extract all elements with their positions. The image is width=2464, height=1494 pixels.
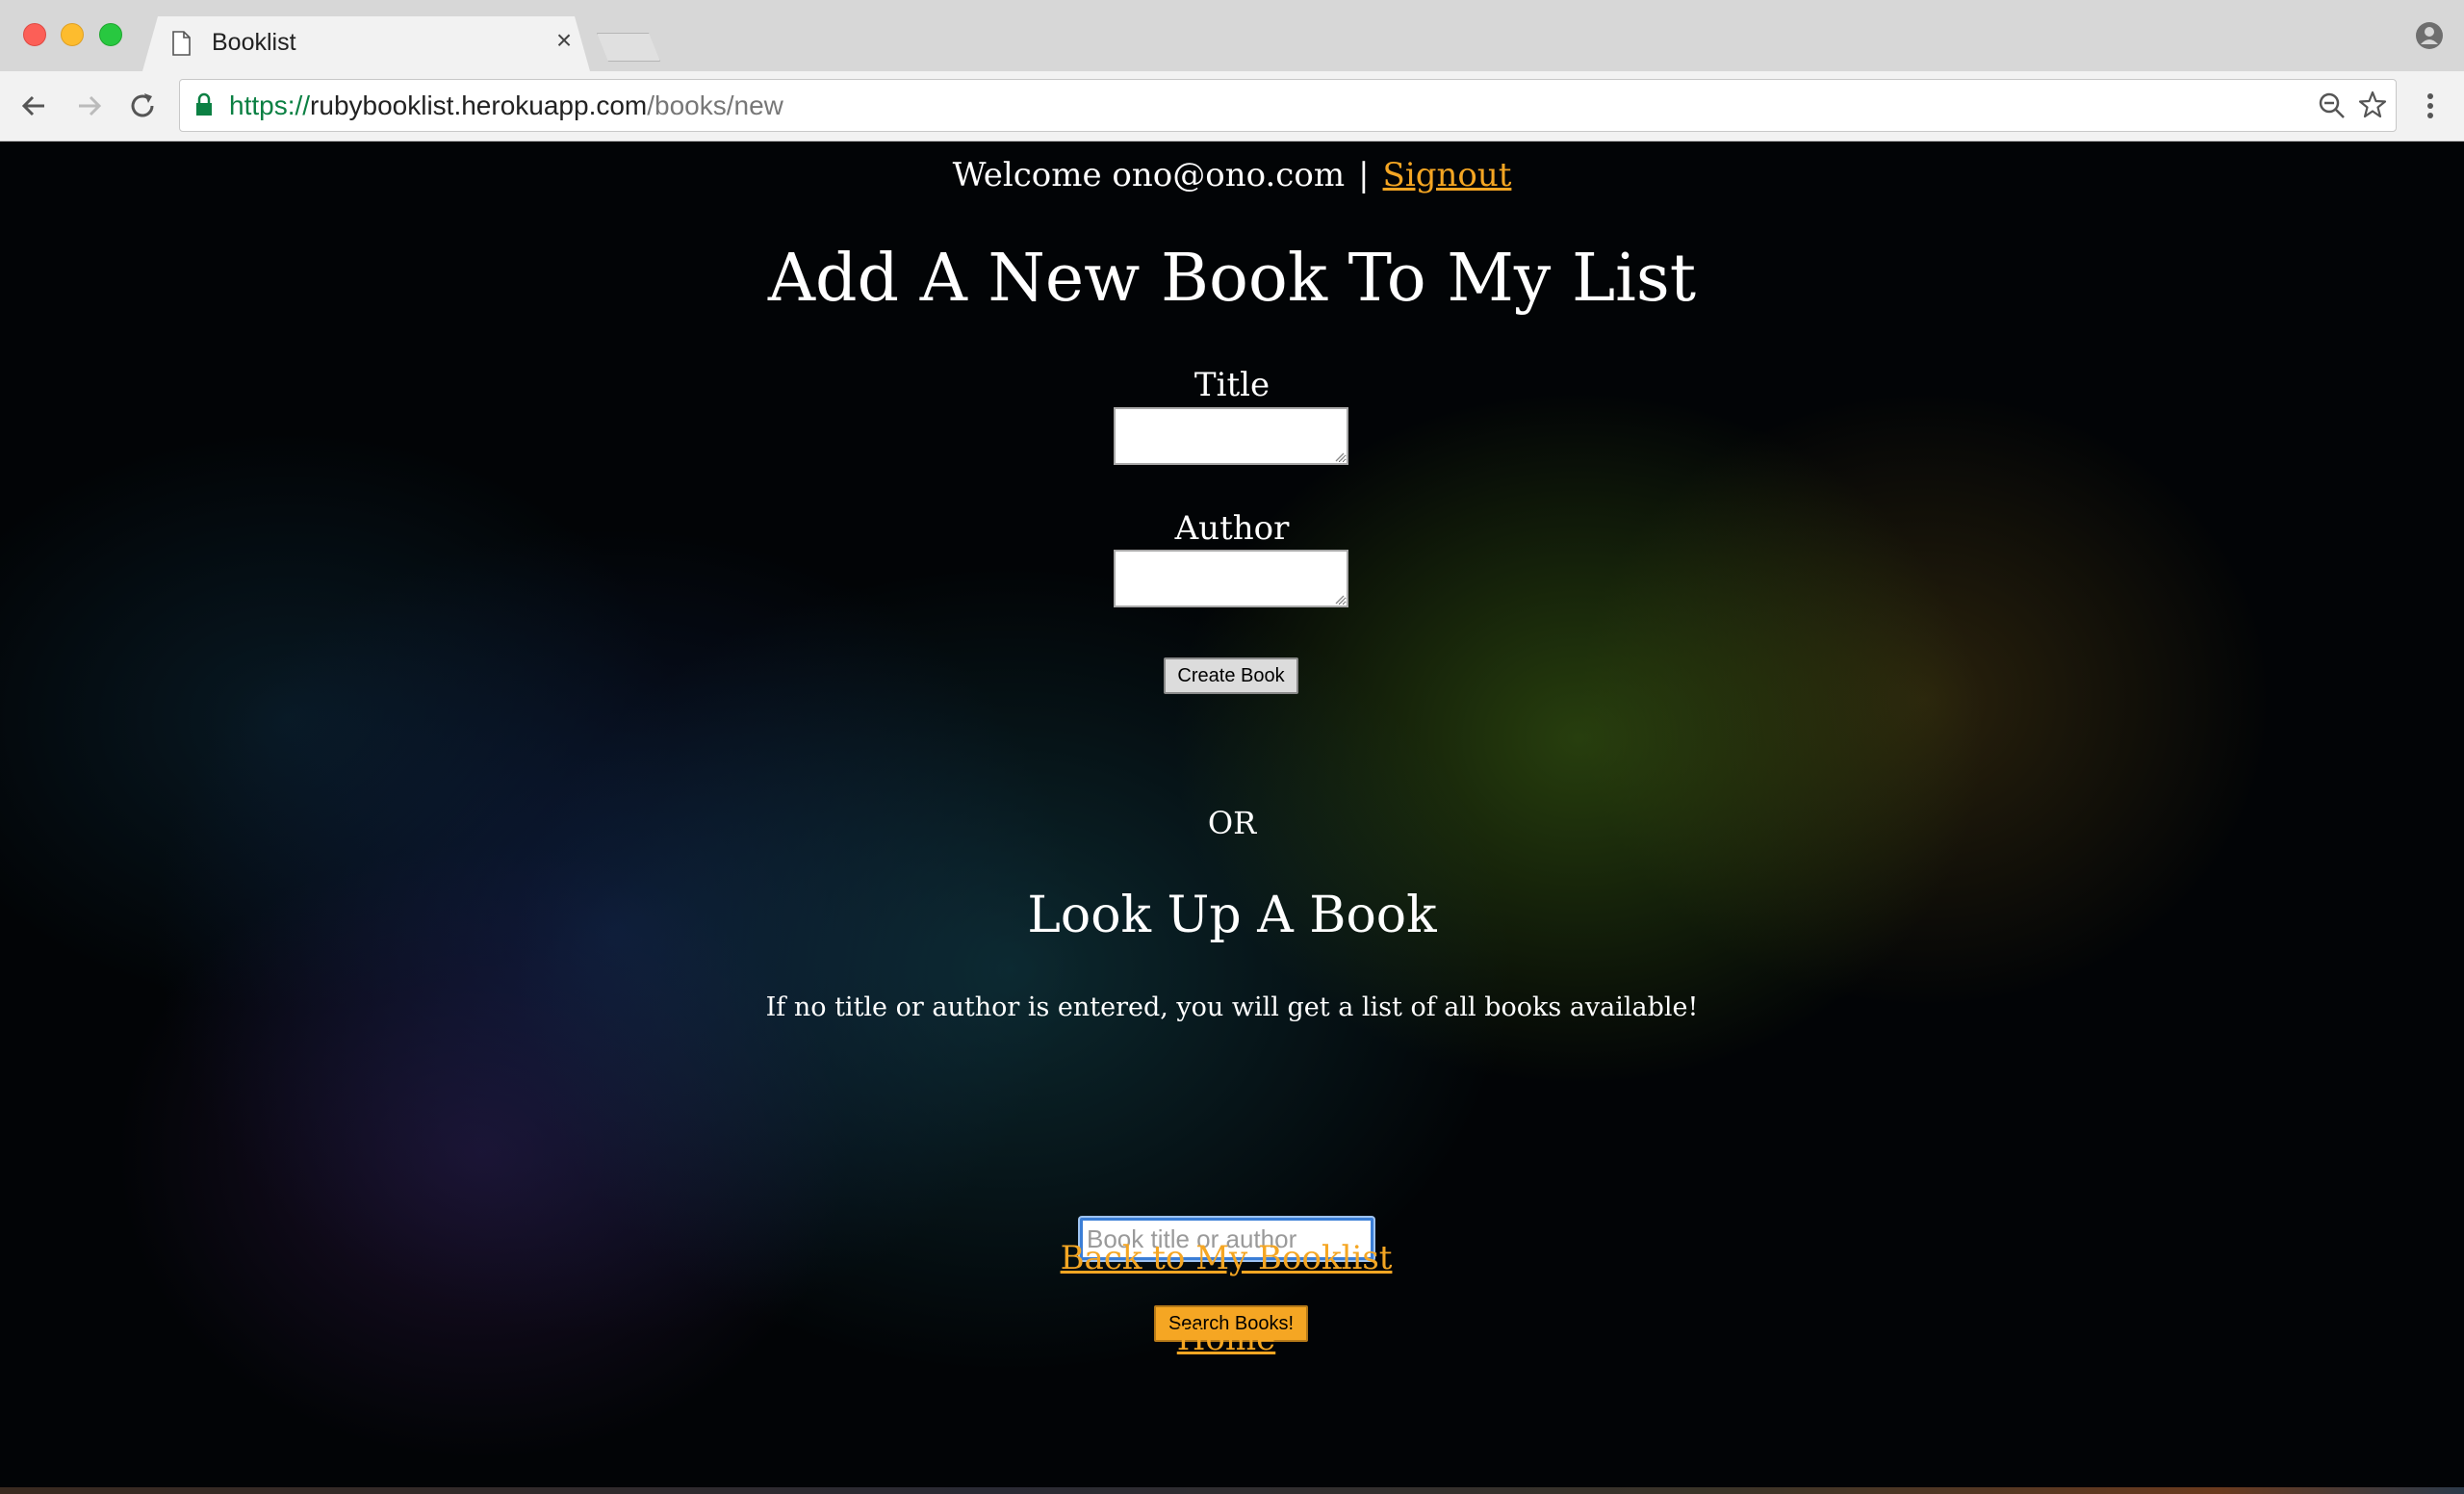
title-label: Title xyxy=(1194,366,1270,404)
page-title: Add A New Book To My List xyxy=(767,241,1697,317)
lookup-heading: Look Up A Book xyxy=(1027,887,1437,944)
close-window-button[interactable] xyxy=(23,23,46,46)
url-path: /books/new xyxy=(647,90,783,120)
home-link[interactable]: Home xyxy=(1177,1320,1275,1358)
minimize-window-button[interactable] xyxy=(61,23,84,46)
browser-chrome: Booklist × https://rubybooklist.herokuap… xyxy=(0,0,2464,142)
tab-booklist[interactable] xyxy=(142,16,590,71)
url-host: rubybooklist.herokuapp.com xyxy=(310,90,648,120)
welcome-text: Welcome ono@ono.com xyxy=(952,156,1346,194)
back-to-booklist-link[interactable]: Back to My Booklist xyxy=(1061,1239,1393,1277)
document-icon xyxy=(172,31,191,56)
maximize-window-button[interactable] xyxy=(99,23,122,46)
back-link-row: Back to My Booklist xyxy=(0,1237,2458,1279)
menu-icon[interactable] xyxy=(2416,89,2445,123)
back-arrow-icon[interactable] xyxy=(15,87,54,125)
separator: | xyxy=(1358,156,1370,194)
signout-link[interactable]: Signout xyxy=(1383,156,1512,194)
lookup-note: If no title or author is entered, you wi… xyxy=(765,992,1699,1022)
create-book-button[interactable]: Create Book xyxy=(1164,657,1298,694)
footer-image-strip xyxy=(0,1487,2464,1494)
star-icon[interactable] xyxy=(2358,90,2387,119)
forward-arrow-icon[interactable] xyxy=(69,87,108,125)
author-label: Author xyxy=(1174,509,1290,548)
author-field[interactable] xyxy=(1114,550,1348,607)
lock-icon xyxy=(196,92,212,116)
or-divider: OR xyxy=(1207,805,1257,841)
welcome-bar: Welcome ono@ono.com | Signout xyxy=(0,155,2464,195)
home-link-row: Home xyxy=(0,1318,2458,1360)
url-text[interactable]: https://rubybooklist.herokuapp.com/books… xyxy=(229,90,783,122)
tab-close-icon[interactable]: × xyxy=(552,27,576,54)
tab-title: Booklist xyxy=(212,29,296,56)
profile-icon[interactable] xyxy=(2415,21,2444,50)
page-content: Welcome ono@ono.com | Signout Add A New Bo… xyxy=(0,142,2464,1494)
reload-icon[interactable] xyxy=(123,87,162,125)
url-scheme: https:// xyxy=(229,90,311,120)
title-field[interactable] xyxy=(1114,407,1348,465)
zoom-icon[interactable] xyxy=(2318,91,2347,120)
